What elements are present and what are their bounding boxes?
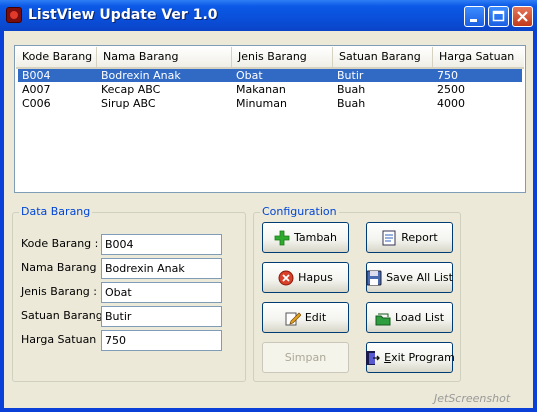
column-header-nama[interactable]: Nama Barang	[97, 47, 232, 67]
column-header-kode[interactable]: Kode Barang	[16, 47, 97, 67]
harga-label: Harga Satuan :	[21, 333, 104, 346]
edit-label: Edit	[304, 311, 327, 324]
table-row[interactable]: C006 Sirup ABC Minuman Buah 4000	[18, 97, 522, 110]
hapus-button[interactable]: Hapus	[262, 262, 349, 293]
window-title: ListView Update Ver 1.0	[28, 7, 218, 23]
report-label: Report	[401, 231, 438, 244]
table-row[interactable]: B004 Bodrexin Anak Obat Butir 750	[18, 69, 522, 82]
load-icon	[375, 310, 391, 326]
plus-icon	[274, 230, 290, 246]
configuration-title: Configuration	[260, 205, 339, 218]
save-all-list-button[interactable]: Save All List	[366, 262, 453, 293]
title-bar[interactable]: ListView Update Ver 1.0	[0, 0, 537, 31]
hapus-label: Hapus	[298, 271, 333, 284]
cell-kode: C006	[22, 97, 51, 110]
report-icon	[381, 230, 397, 246]
cell-jenis: Obat	[236, 69, 263, 82]
cell-jenis: Makanan	[236, 83, 286, 96]
cell-harga: 4000	[437, 97, 465, 110]
kode-label: Kode Barang :	[21, 237, 99, 250]
watermark: JetScreenshot	[434, 392, 511, 405]
report-button[interactable]: Report	[366, 222, 453, 253]
column-header-jenis[interactable]: Jenis Barang	[232, 47, 333, 67]
client-area: Kode Barang Nama Barang Jenis Barang Sat…	[4, 31, 533, 408]
cell-satuan: Buah	[337, 97, 366, 110]
delete-icon	[278, 270, 294, 286]
edit-icon	[285, 310, 302, 326]
exit-program-label: Exit Program	[384, 351, 455, 364]
harga-field[interactable]	[101, 330, 222, 351]
items-listview[interactable]: Kode Barang Nama Barang Jenis Barang Sat…	[14, 45, 526, 193]
cell-jenis: Minuman	[236, 97, 287, 110]
close-button[interactable]	[512, 6, 533, 27]
close-icon	[517, 11, 528, 22]
load-list-label: Load List	[394, 311, 445, 324]
exit-icon	[364, 350, 381, 366]
cell-satuan: Buah	[337, 83, 366, 96]
edit-button[interactable]: Edit	[262, 302, 349, 333]
save-icon	[366, 270, 382, 286]
cell-nama: Kecap ABC	[101, 83, 161, 96]
app-window: ListView Update Ver 1.0 Kode Barang Nama…	[0, 0, 537, 412]
maximize-icon	[492, 10, 505, 22]
data-barang-title: Data Barang	[19, 205, 93, 218]
load-list-button[interactable]: Load List	[366, 302, 453, 333]
satuan-label: Satuan Barang :	[21, 309, 110, 322]
listview-header: Kode Barang Nama Barang Jenis Barang Sat…	[16, 47, 524, 69]
nama-field[interactable]	[101, 258, 222, 279]
column-header-harga[interactable]: Harga Satuan	[433, 47, 525, 67]
jenis-field[interactable]	[101, 282, 222, 303]
app-icon[interactable]	[6, 7, 22, 23]
cell-kode: B004	[22, 69, 51, 82]
save-all-list-label: Save All List	[386, 271, 453, 284]
exit-program-button[interactable]: Exit Program	[364, 342, 455, 373]
cell-satuan: Butir	[337, 69, 364, 82]
satuan-field[interactable]	[101, 306, 222, 327]
column-header-satuan[interactable]: Satuan Barang	[333, 47, 433, 67]
cell-kode: A007	[22, 83, 51, 96]
cell-nama: Sirup ABC	[101, 97, 156, 110]
kode-field[interactable]	[101, 234, 222, 255]
tambah-label: Tambah	[293, 231, 338, 244]
tambah-button[interactable]: Tambah	[262, 222, 349, 253]
data-barang-group: Data Barang Kode Barang : Nama Barang : …	[12, 205, 246, 382]
cell-harga: 750	[437, 69, 458, 82]
maximize-button[interactable]	[488, 6, 509, 27]
cell-nama: Bodrexin Anak	[101, 69, 181, 82]
minimize-button[interactable]	[464, 6, 485, 27]
jenis-label: Jenis Barang :	[21, 285, 97, 298]
table-row[interactable]: A007 Kecap ABC Makanan Buah 2500	[18, 83, 522, 96]
minimize-icon	[470, 19, 477, 22]
simpan-button[interactable]: Simpan	[262, 342, 349, 373]
cell-harga: 2500	[437, 83, 465, 96]
nama-label: Nama Barang :	[21, 261, 104, 274]
simpan-label: Simpan	[284, 351, 327, 364]
